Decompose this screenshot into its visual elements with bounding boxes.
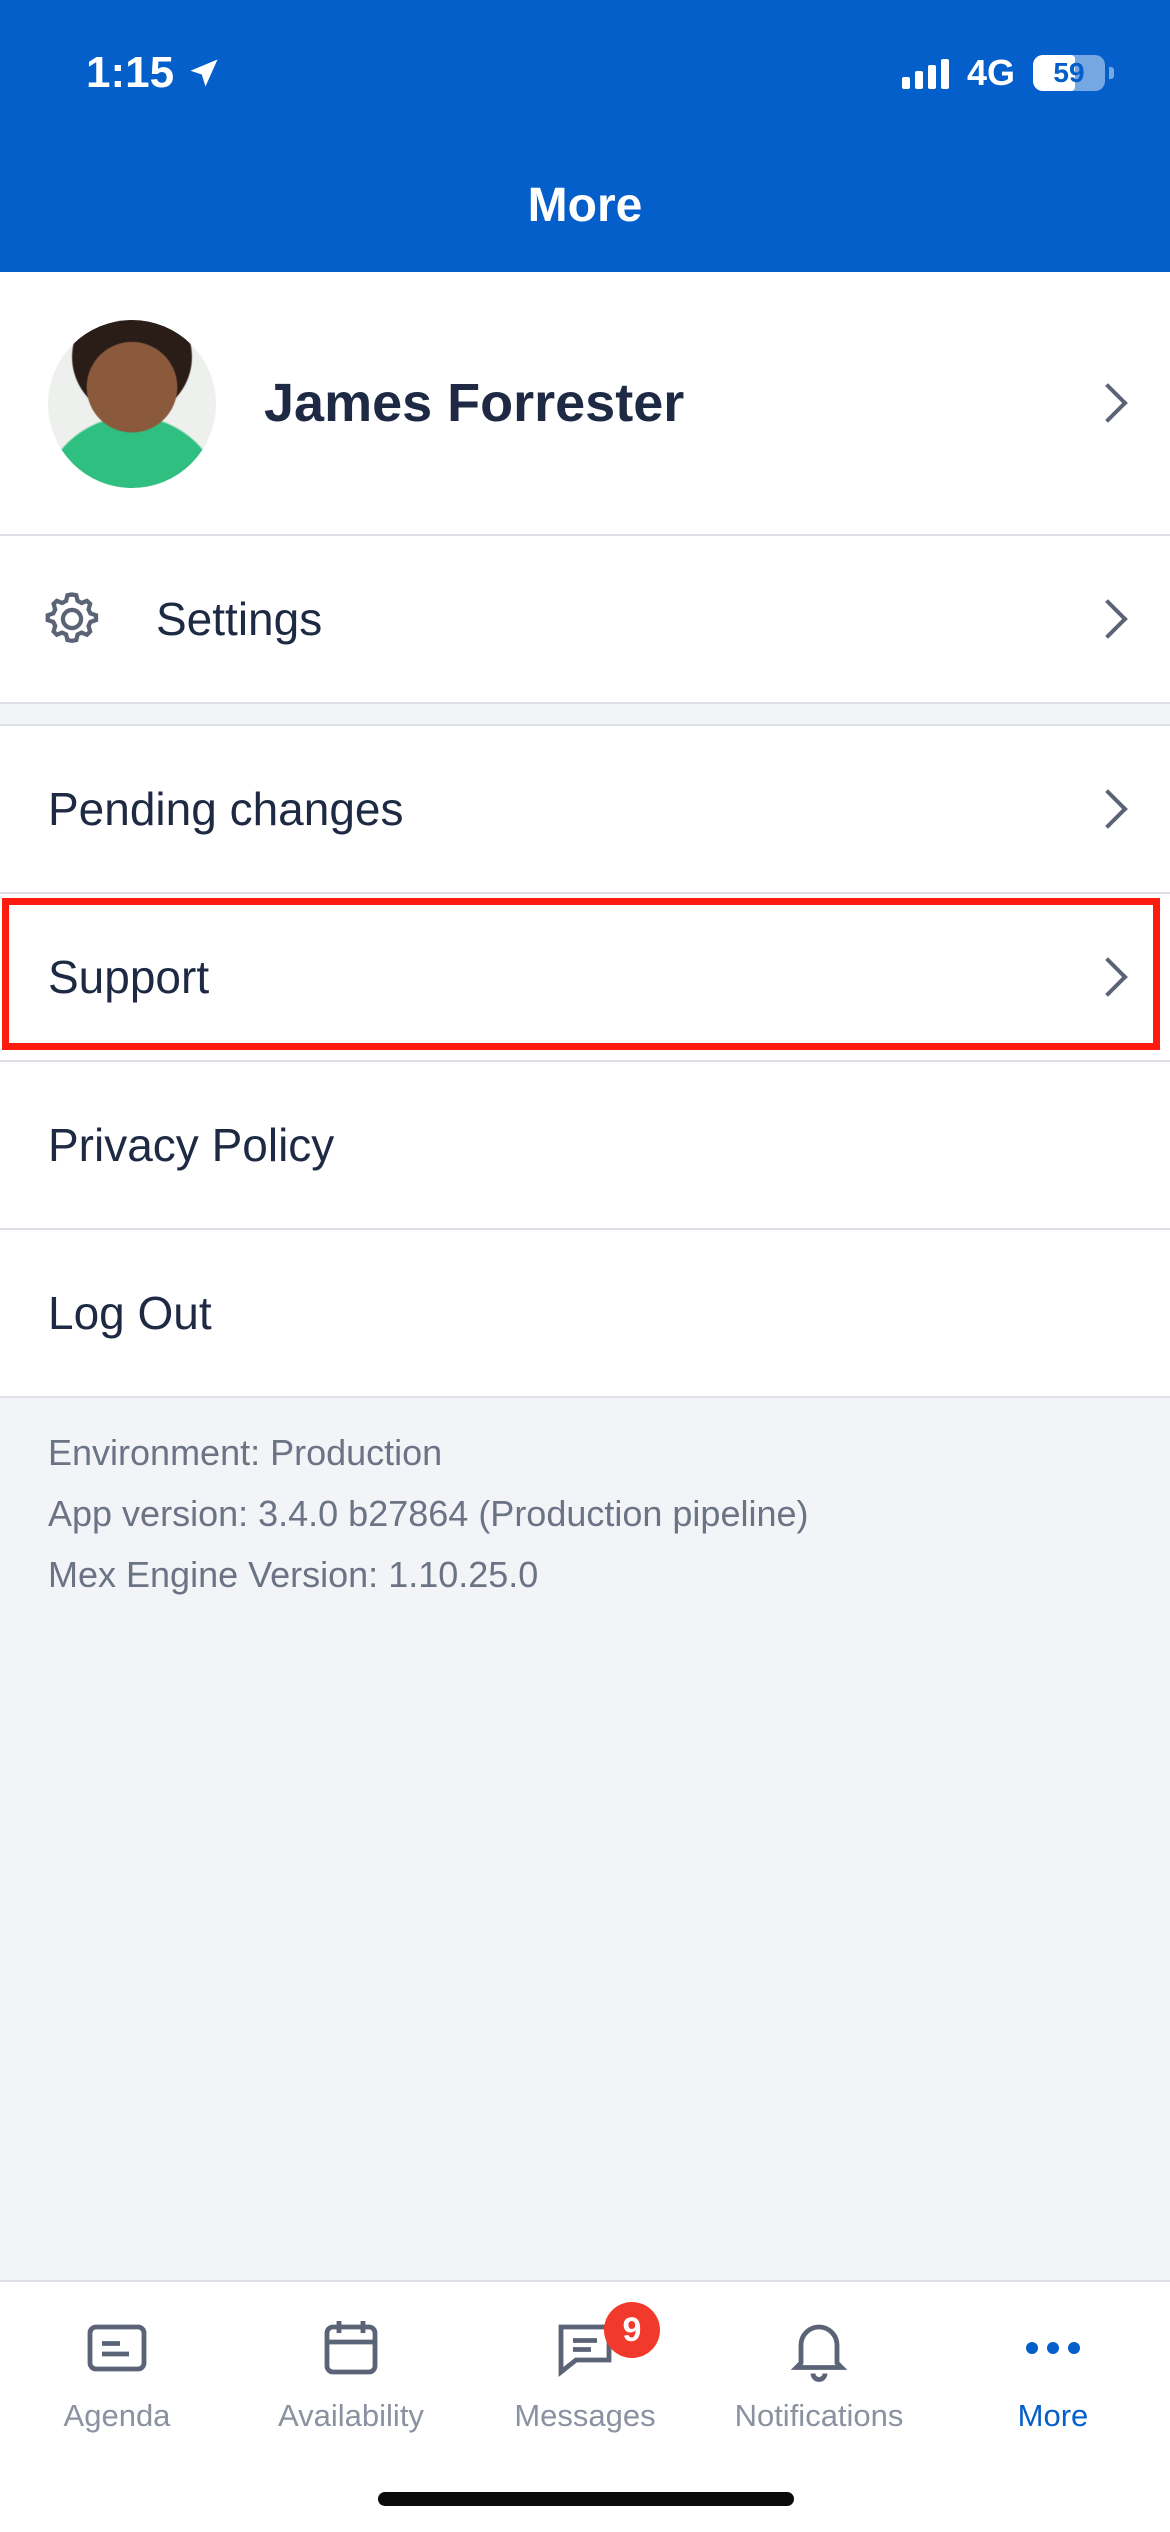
app-header: 1:15 4G 59 More [0,0,1170,272]
version-info: Environment: Production App version: 3.4… [48,1422,809,1605]
more-dots-icon [1026,2342,1080,2354]
settings-row[interactable]: Settings [0,536,1170,702]
gear-icon [45,592,99,644]
tab-agenda[interactable]: Agenda [0,2312,234,2434]
bell-icon [790,2324,848,2382]
chevron-right-icon [1088,957,1128,997]
chevron-right-icon [1088,599,1128,639]
chevron-right-icon [1088,789,1128,829]
calendar-icon [324,2321,378,2375]
battery-icon: 59 [1033,55,1105,91]
tab-label: Messages [514,2398,656,2433]
tab-label: More [1017,2398,1089,2433]
profile-row[interactable]: James Forrester [0,272,1170,534]
messages-badge: 9 [604,2302,660,2358]
pending-changes-label: Pending changes [48,783,404,835]
log-out-row[interactable]: Log Out [0,1230,1170,1396]
status-time: 1:15 [86,48,222,98]
tab-notifications[interactable]: Notifications [702,2312,936,2434]
tab-availability[interactable]: Availability [234,2312,468,2434]
privacy-policy-label: Privacy Policy [48,1119,335,1171]
home-indicator[interactable] [378,2492,794,2506]
network-type: 4G [966,52,1015,93]
battery-level: 59 [1053,57,1085,88]
app-version-text: App version: 3.4.0 b27864 (Production pi… [48,1493,809,1534]
tab-label: Notifications [734,2398,904,2433]
signal-icon [901,57,949,89]
engine-version-text: Mex Engine Version: 1.10.25.0 [48,1554,539,1595]
page-title: More [527,179,643,232]
privacy-policy-row[interactable]: Privacy Policy [0,1062,1170,1228]
status-indicators: 4G 59 [901,52,1114,94]
location-arrow-icon [190,59,218,87]
support-row[interactable]: Support [0,894,1170,1060]
log-out-label: Log Out [48,1287,212,1339]
tab-messages[interactable]: 9 Messages [468,2302,702,2434]
settings-label: Settings [156,593,323,645]
support-label: Support [48,951,210,1003]
pending-changes-row[interactable]: Pending changes [0,726,1170,892]
tab-label: Availability [278,2398,424,2433]
environment-text: Environment: Production [48,1432,443,1473]
tab-label: Agenda [63,2398,171,2433]
tab-more[interactable]: More [936,2312,1170,2434]
chevron-right-icon [1088,383,1128,423]
agenda-icon [87,2324,147,2372]
avatar [48,320,216,488]
profile-name: James Forrester [264,373,685,433]
